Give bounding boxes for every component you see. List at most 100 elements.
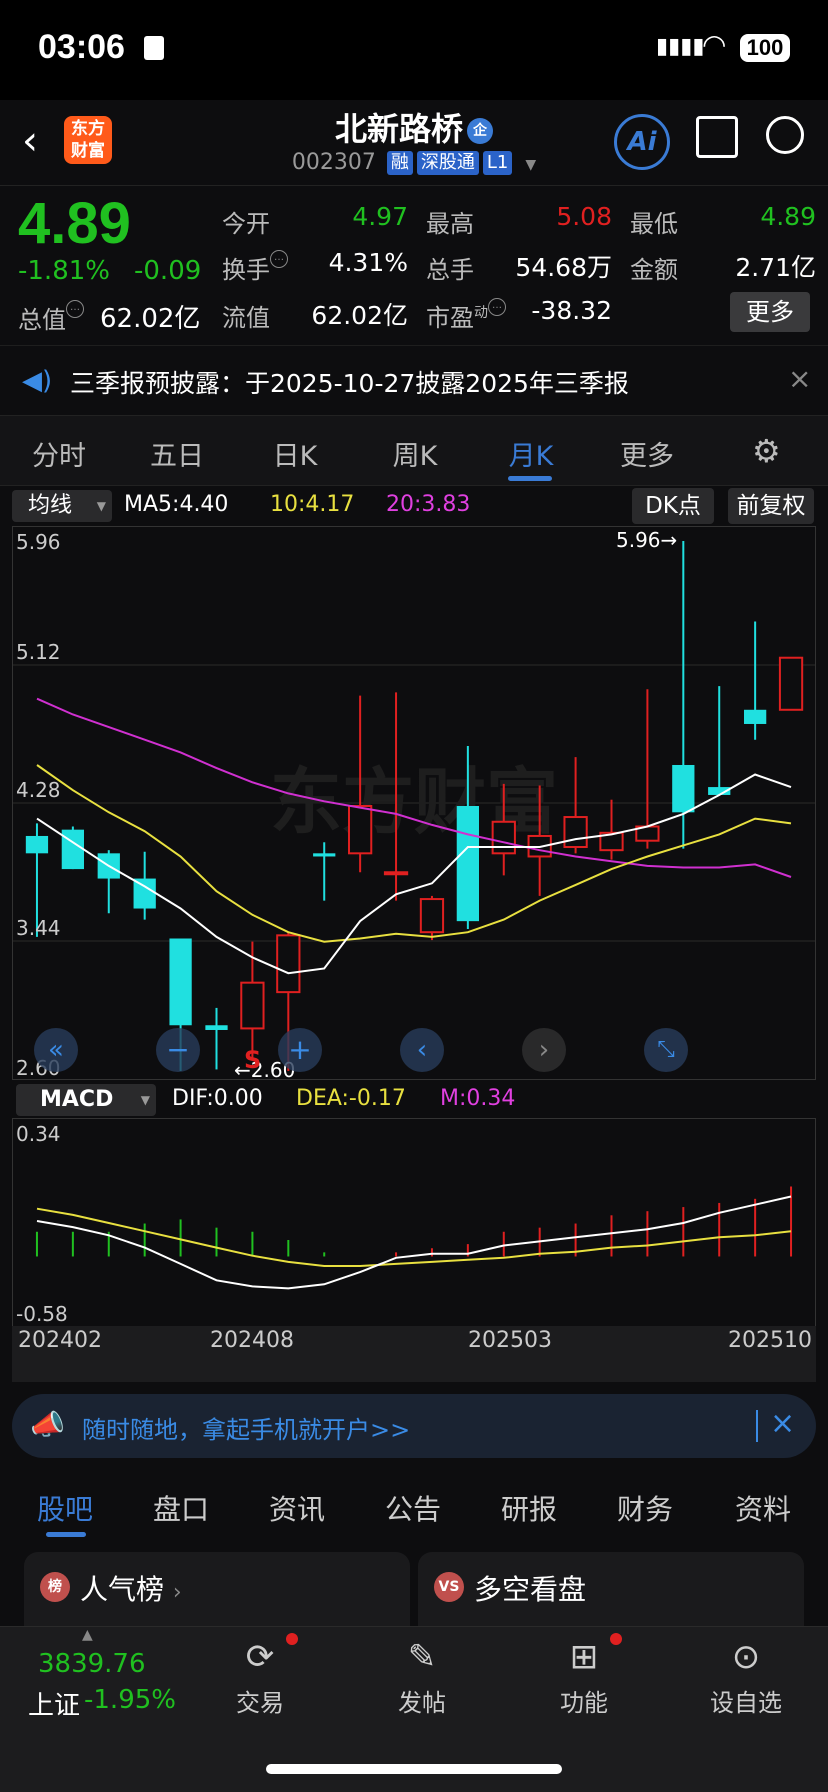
candle-body	[240, 981, 265, 1030]
stock-header: ‹ 东方财富 北新路桥企 002307 融深股通 L1 ▼ Ai	[0, 100, 828, 186]
ma-selector[interactable]: 均线 ▼	[12, 490, 112, 522]
tab-daily[interactable]: 日K	[240, 434, 350, 473]
pe-value: -38.32	[531, 296, 612, 325]
notice-text: 三季报预披露：于2025-10-27披露2025年三季报	[70, 369, 629, 398]
candle-body	[563, 816, 588, 849]
stock-name: 北新路桥	[334, 110, 463, 148]
tab-profile[interactable]: 资料	[708, 1488, 818, 1528]
scroll-left-icon[interactable]: ‹	[400, 1028, 444, 1072]
macd-chart[interactable]	[12, 1118, 816, 1326]
function-badge	[610, 1633, 622, 1645]
trade-icon[interactable]: ⟳	[200, 1637, 320, 1677]
notice-bar[interactable]: ◀) 三季报预披露：于2025-10-27披露2025年三季报 ×	[0, 346, 828, 416]
popularity-card[interactable]: 榜 人气榜 ›	[24, 1552, 410, 1632]
ranking-icon: 榜	[40, 1572, 70, 1602]
stock-code: 002307	[291, 150, 376, 175]
macd-dea-label: DEA:-0.17	[296, 1086, 406, 1111]
high-label: 最高	[426, 210, 474, 238]
tab-intraday[interactable]: 分时	[4, 434, 114, 473]
amount-label: 金额	[630, 256, 678, 284]
search-icon[interactable]	[766, 116, 804, 154]
tab-weekly[interactable]: 周K	[360, 434, 470, 473]
sell-marker-icon: S	[244, 1046, 262, 1074]
candle-body	[419, 898, 445, 934]
x-label-1: 202402	[18, 1328, 102, 1353]
grid-icon[interactable]: ⊞	[524, 1637, 644, 1677]
tag-margin: 融	[386, 151, 413, 175]
low-value: 4.89	[760, 202, 816, 231]
compose-icon[interactable]: ✎	[362, 1637, 482, 1677]
info-icon[interactable]: …	[66, 300, 84, 318]
turnover-label: 换手…	[222, 250, 288, 285]
dk-point-button[interactable]: DK点	[632, 488, 714, 524]
tab-order-book[interactable]: 盘口	[126, 1488, 236, 1528]
zoom-out-icon[interactable]: −	[156, 1028, 200, 1072]
quote-panel: 4.89 -1.81% -0.09 总值… 62.02亿 今开 4.97 最高 …	[0, 186, 828, 346]
tab-forum[interactable]: 股吧	[10, 1488, 120, 1528]
enterprise-badge-icon: 企	[467, 118, 493, 144]
tag-level1: L1	[482, 151, 513, 175]
tab-finance[interactable]: 财务	[590, 1488, 700, 1528]
tab-underline	[46, 1532, 86, 1537]
index-value[interactable]: 3839.76	[38, 1649, 146, 1679]
tab-more[interactable]: 更多	[592, 434, 702, 473]
ma10-label: 10:4.17	[270, 492, 355, 517]
float-mv-value: 62.02亿	[311, 301, 408, 330]
change-percent: -1.81%	[18, 256, 110, 286]
total-mv-value: 62.02亿	[100, 304, 201, 334]
open-value: 4.97	[352, 202, 408, 231]
tab-underline	[508, 476, 552, 481]
pe-label: 市盈动…	[426, 298, 506, 333]
total-mv-label: 总值…	[18, 300, 84, 335]
scroll-left-fast-icon[interactable]: «	[34, 1028, 78, 1072]
chevron-down-icon: ▼	[96, 499, 106, 513]
signal-icon: ▮▮▮▮	[656, 34, 705, 59]
battery-icon: 100	[740, 34, 790, 62]
bull-bear-title: 多空看盘	[474, 1573, 587, 1606]
scroll-right-icon[interactable]: ›	[522, 1028, 566, 1072]
bull-bear-card[interactable]: VS 多空看盘	[418, 1552, 804, 1632]
nav-add-watch[interactable]: 设自选	[686, 1683, 806, 1718]
tab-five-day[interactable]: 五日	[122, 434, 232, 473]
zoom-in-icon[interactable]: +	[278, 1028, 322, 1072]
close-icon[interactable]: ×	[788, 362, 811, 395]
candle-body	[169, 938, 192, 1026]
speaker-icon: ◀)	[22, 366, 53, 396]
gear-icon[interactable]: ⚙	[752, 432, 781, 470]
macd-selector[interactable]: MACD ▼	[16, 1084, 156, 1116]
more-circle-icon[interactable]: ⊙	[686, 1637, 806, 1677]
ai-button[interactable]: Ai	[614, 114, 670, 170]
vs-icon: VS	[434, 1572, 464, 1602]
more-button[interactable]: 更多	[730, 292, 810, 332]
info-icon[interactable]: …	[270, 250, 288, 268]
nav-post[interactable]: 发帖	[362, 1683, 482, 1718]
share-icon[interactable]	[696, 116, 738, 158]
tab-research[interactable]: 研报	[474, 1488, 584, 1528]
tag-shenzhen-connect: 深股通	[416, 151, 479, 175]
kline-chart[interactable]: 东方财富	[12, 526, 816, 1080]
high-value: 5.08	[556, 202, 612, 231]
macd-y-bottom: -0.58	[16, 1302, 68, 1326]
float-mv-label: 流值	[222, 304, 270, 332]
candle-body	[456, 806, 479, 922]
y-label-1: 5.96	[16, 530, 61, 554]
fullscreen-icon[interactable]: ⤡	[644, 1028, 688, 1072]
tab-monthly[interactable]: 月K	[476, 434, 586, 473]
nav-trade[interactable]: 交易	[200, 1683, 320, 1718]
close-icon[interactable]: ×	[770, 1406, 795, 1441]
open-account-banner[interactable]: 📣 随时随地，拿起手机就开户>> ×	[12, 1394, 816, 1458]
lock-icon	[144, 36, 164, 60]
macd-dif-label: DIF:0.00	[172, 1086, 263, 1111]
x-axis-bg	[12, 1326, 816, 1382]
low-label: 最低	[630, 210, 678, 238]
info-icon[interactable]: …	[488, 298, 506, 316]
candle-body	[744, 709, 767, 724]
tab-announcements[interactable]: 公告	[358, 1488, 468, 1528]
status-bar: 03:06 ▮▮▮▮ ◠ 100	[0, 0, 828, 100]
last-price: 4.89	[18, 191, 131, 256]
adjust-button[interactable]: 前复权	[728, 488, 814, 524]
tab-news[interactable]: 资讯	[242, 1488, 352, 1528]
nav-function[interactable]: 功能	[524, 1683, 644, 1718]
volume-label: 总手	[426, 256, 474, 284]
dea-line	[36, 1207, 792, 1267]
